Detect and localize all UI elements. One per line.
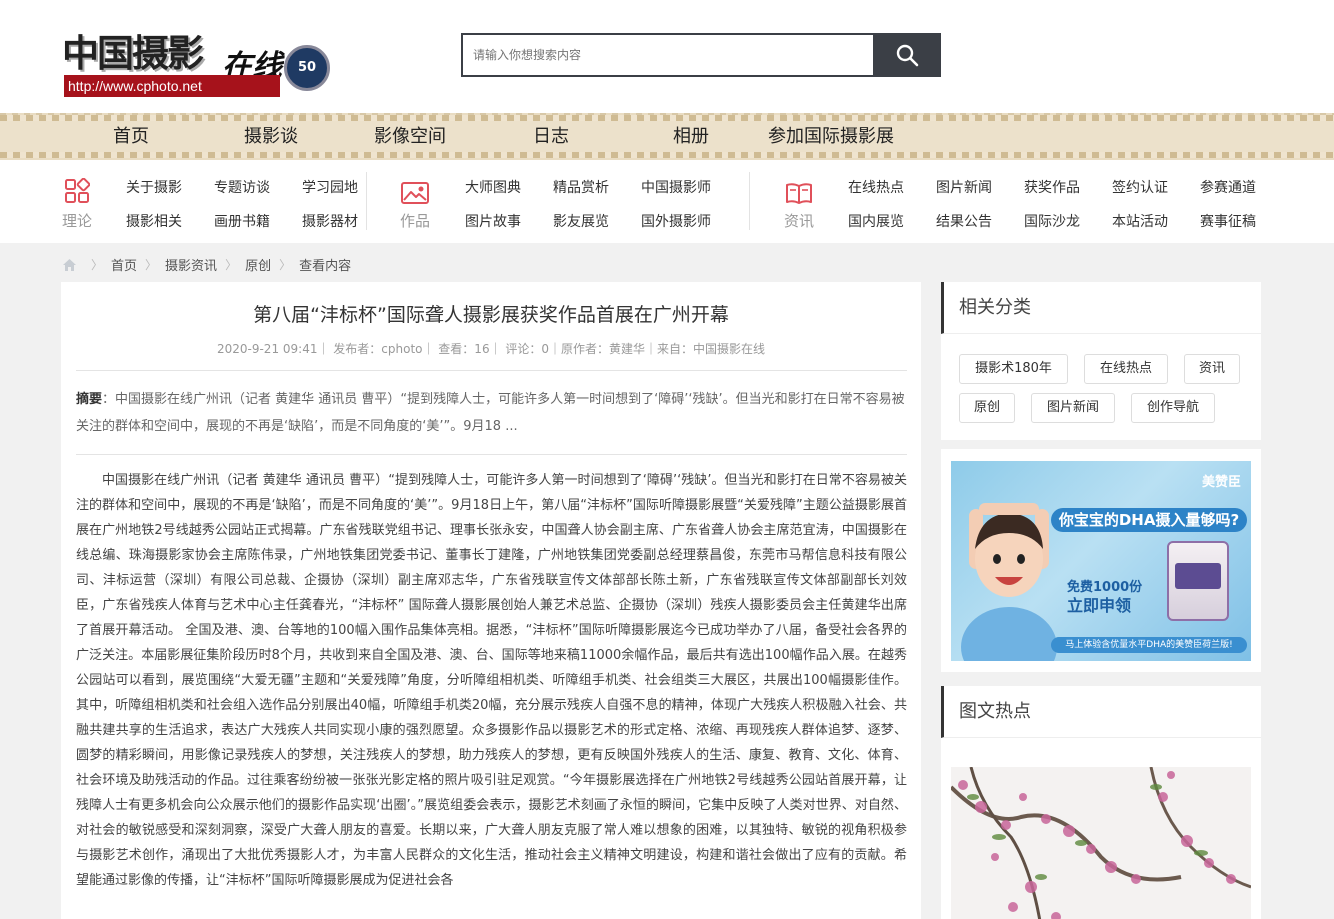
nav-blog[interactable]: 日志 xyxy=(533,121,569,152)
search-icon xyxy=(896,44,919,67)
breadcrumb-news[interactable]: 摄影资讯 xyxy=(165,255,217,274)
sub-nav: 理论 关于摄影 专题访谈 学习园地 摄影相关 画册书籍 摄影器材 作品 大师图典… xyxy=(0,160,1334,243)
subnav-link[interactable]: 中国摄影师 xyxy=(641,177,711,197)
subnav-divider xyxy=(366,172,367,230)
breadcrumb-separator: 〉 xyxy=(91,258,104,272)
subnav-link[interactable]: 赛事征稿 xyxy=(1200,211,1256,231)
search-button[interactable] xyxy=(873,33,941,77)
breadcrumb-separator: 〉 xyxy=(225,258,238,272)
divider xyxy=(76,454,907,455)
ad-footer: 马上体验含优量水平DHA的美赞臣荷兰版! xyxy=(1051,637,1247,653)
grid-icon xyxy=(65,178,90,203)
subnav-link[interactable]: 图片故事 xyxy=(465,211,521,231)
nav-home[interactable]: 首页 xyxy=(113,121,149,152)
nav-album[interactable]: 相册 xyxy=(673,121,709,152)
subnav-divider xyxy=(749,172,750,230)
breadcrumb: 〉 首页 〉 摄影资讯 〉 原创 〉 查看内容 xyxy=(62,255,351,274)
subnav-link[interactable]: 参赛通道 xyxy=(1200,177,1256,197)
subnav-group-label: 理论 xyxy=(61,212,92,230)
ad-brand: 美赞臣 xyxy=(1201,475,1241,490)
main-nav-band xyxy=(0,121,1334,152)
site-header: 中国摄影 在线 http://www.cphoto.net 50 xyxy=(0,0,1334,113)
related-categories-title: 相关分类 xyxy=(941,282,1261,334)
subnav-group-label: 作品 xyxy=(399,212,430,230)
subnav-link[interactable]: 画册书籍 xyxy=(214,211,270,231)
subnav-link[interactable]: 国际沙龙 xyxy=(1024,211,1080,231)
nav-image-space[interactable]: 影像空间 xyxy=(374,121,446,152)
category-tag[interactable]: 资讯 xyxy=(1184,354,1240,384)
article-body: 中国摄影在线广州讯（记者 黄建华 通讯员 曹平）“提到残障人士，可能许多人第一时… xyxy=(76,473,907,888)
subnav-link[interactable]: 摄影相关 xyxy=(126,211,182,231)
subnav-link[interactable]: 在线热点 xyxy=(848,177,904,197)
article-title: 第八届“沣标杯”国际聋人摄影展获奖作品首展在广州开幕 xyxy=(253,304,729,326)
formula-can-image xyxy=(1167,541,1229,621)
subnav-link[interactable]: 国内展览 xyxy=(848,211,904,231)
subnav-link[interactable]: 图片新闻 xyxy=(936,177,992,197)
logo-main-text: 中国摄影 xyxy=(62,31,204,75)
related-categories-panel: 相关分类 摄影术180年 在线热点 资讯 原创 图片新闻 创作导航 xyxy=(941,282,1261,440)
hot-pictures-title: 图文热点 xyxy=(941,686,1261,738)
subnav-link[interactable]: 国外摄影师 xyxy=(641,211,711,231)
summary-text: ：中国摄影在线广州讯（记者 黄建华 通讯员 曹平）“提到残障人士，可能许多人第一… xyxy=(76,392,905,434)
category-tag[interactable]: 创作导航 xyxy=(1131,393,1215,423)
subnav-group-theory[interactable]: 理论 xyxy=(57,176,97,231)
summary-label: 摘要 xyxy=(76,392,103,407)
subnav-link[interactable]: 大师图典 xyxy=(465,177,521,197)
subnav-group-works[interactable]: 作品 xyxy=(395,176,435,231)
breadcrumb-original[interactable]: 原创 xyxy=(245,255,271,274)
search-bar xyxy=(461,33,941,77)
subnav-group-news[interactable]: 资讯 xyxy=(779,176,819,231)
divider xyxy=(76,370,907,371)
anniversary-badge: 50 xyxy=(284,45,330,91)
ad-headline: 你宝宝的DHA摄入量够吗? xyxy=(1051,508,1247,532)
picture-icon xyxy=(401,182,429,204)
category-tag[interactable]: 摄影术180年 xyxy=(959,354,1068,384)
blossom-photo xyxy=(951,767,1251,919)
subnav-link[interactable]: 签约认证 xyxy=(1112,177,1168,197)
nav-intl-exhibition[interactable]: 参加国际摄影展 xyxy=(768,121,894,152)
breadcrumb-separator: 〉 xyxy=(145,258,158,272)
subnav-link[interactable]: 精品赏析 xyxy=(553,177,609,197)
ad-offer-line2: 立即申领 xyxy=(1067,596,1132,615)
subnav-link[interactable]: 本站活动 xyxy=(1112,211,1168,231)
child-photo xyxy=(961,503,1057,661)
ad-banner[interactable]: 美赞臣 你宝宝的DHA摄入量够吗? 免费1000份 立即申领 马上体验含优量水平… xyxy=(951,461,1251,661)
category-tag[interactable]: 原创 xyxy=(959,393,1015,423)
article-panel: 第八届“沣标杯”国际聋人摄影展获奖作品首展在广州开幕 2020-9-21 09:… xyxy=(61,282,921,919)
subnav-link[interactable]: 影友展览 xyxy=(553,211,609,231)
breadcrumb-current: 查看内容 xyxy=(299,259,352,274)
subnav-link[interactable]: 结果公告 xyxy=(936,211,992,231)
article-summary: 摘要：中国摄影在线广州讯（记者 黄建华 通讯员 曹平）“提到残障人士，可能许多人… xyxy=(76,386,907,440)
breadcrumb-separator: 〉 xyxy=(279,258,292,272)
category-tag[interactable]: 图片新闻 xyxy=(1031,393,1115,423)
category-tag[interactable]: 在线热点 xyxy=(1084,354,1168,384)
subnav-link[interactable]: 摄影器材 xyxy=(302,211,358,231)
subnav-group-label: 资讯 xyxy=(783,212,814,230)
nav-photo-talk[interactable]: 摄影谈 xyxy=(244,121,298,152)
site-logo[interactable]: 中国摄影 在线 http://www.cphoto.net 50 xyxy=(62,33,330,99)
book-icon xyxy=(786,183,812,204)
subnav-link[interactable]: 获奖作品 xyxy=(1024,177,1080,197)
breadcrumb-home[interactable]: 首页 xyxy=(111,255,137,274)
hot-picture-thumbnail[interactable] xyxy=(951,767,1251,919)
main-nav: 首页 摄影谈 影像空间 日志 相册 参加国际摄影展 xyxy=(0,113,1334,160)
home-icon[interactable] xyxy=(62,258,77,272)
logo-url: http://www.cphoto.net xyxy=(64,75,280,97)
subnav-link[interactable]: 关于摄影 xyxy=(126,177,182,197)
subnav-link[interactable]: 学习园地 xyxy=(302,177,358,197)
subnav-link[interactable]: 专题访谈 xyxy=(214,177,270,197)
search-input[interactable] xyxy=(461,33,874,77)
article-meta: 2020-9-21 09:41｜ 发布者：cphoto｜ 查看：16｜ 评论：0… xyxy=(216,342,766,356)
